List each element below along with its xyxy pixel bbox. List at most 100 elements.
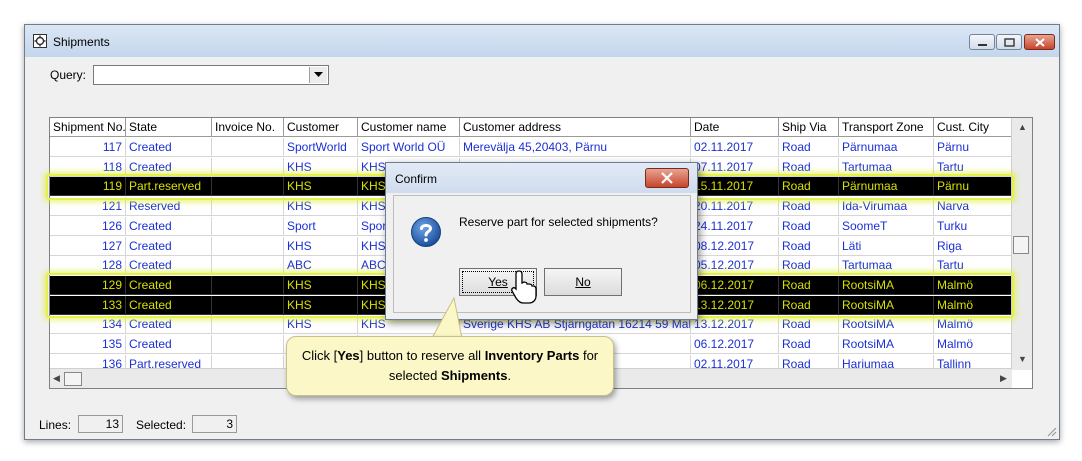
cell-invoice-no [212,138,284,157]
col-header-customer-address[interactable]: Customer address [460,118,691,137]
col-header-state[interactable]: State [126,118,212,137]
cell-date: 15.11.2017 [691,177,779,197]
col-header-cust-city[interactable]: Cust. City [934,118,1012,137]
col-header-customer[interactable]: Customer [284,118,358,137]
cell-state: Part.reserved [126,177,212,197]
cell-cust-city: Tartu [934,256,1012,276]
maximize-icon [1004,38,1015,47]
cell-shipment-no: 127 [50,236,126,256]
cell-invoice-no [212,315,284,335]
cell-ship-via: Road [779,315,839,335]
query-select[interactable] [93,65,329,85]
dialog-title-bar: Confirm [386,163,697,193]
minimize-icon [978,44,987,46]
resize-grip-icon[interactable] [1045,425,1057,437]
cell-customer-name: Sport World OÜ [358,138,460,157]
callout-text-4: . [507,368,512,383]
no-button-label: No [575,275,591,289]
callout-pointer [431,296,463,339]
scroll-right-icon[interactable]: ▶ [1000,373,1007,384]
maximize-button[interactable] [996,34,1022,50]
col-header-shipment-no[interactable]: Shipment No. [50,118,126,137]
cell-ship-via: Road [779,197,839,217]
cell-cust-city: Riga [934,236,1012,256]
cell-shipment-no: 133 [50,295,126,315]
title-bar: Shipments [25,25,1059,57]
selected-count: 3 [192,415,237,433]
cell-state: Reserved [126,197,212,217]
cell-invoice-no [212,216,284,236]
cell-customer: KHS [284,236,358,256]
col-header-transport-zone[interactable]: Transport Zone [839,118,934,137]
cell-ship-via: Road [779,177,839,197]
cell-invoice-no [212,197,284,217]
table-header: Shipment No. State Invoice No. Customer Cust… [50,118,1012,137]
vertical-scroll-thumb[interactable] [1013,236,1029,254]
cell-invoice-no [212,275,284,295]
cell-state: Created [126,335,212,354]
cell-cust-city: Pärnu [934,177,1012,197]
col-header-date[interactable]: Date [691,118,779,137]
cell-transport-zone: Pärnumaa [839,138,934,157]
cell-transport-zone: SoomeT [839,216,934,236]
cell-date: 08.12.2017 [691,236,779,256]
callout-bold-yes: Yes [337,348,360,363]
cell-cust-city: Malmö [934,335,1012,354]
cell-shipment-no: 118 [50,157,126,177]
vertical-scrollbar[interactable]: ▲ ▼ [1011,118,1032,370]
cell-shipment-no: 135 [50,335,126,354]
cell-cust-city: Turku [934,216,1012,236]
cell-transport-zone: RootsiMA [839,295,934,315]
cell-shipment-no: 128 [50,256,126,276]
cell-ship-via: Road [779,335,839,354]
query-dropdown-button[interactable] [309,67,327,83]
cell-customer: KHS [284,295,358,315]
scroll-left-icon[interactable]: ◀ [53,373,60,384]
col-header-customer-name[interactable]: Customer name [358,118,460,137]
hand-cursor-icon [511,270,537,304]
dialog-title: Confirm [395,172,438,186]
cell-cust-city: Malmö [934,295,1012,315]
cell-customer: ABC [284,256,358,276]
cell-transport-zone: RootsiMA [839,275,934,295]
cell-invoice-no [212,157,284,177]
cell-shipment-no: 117 [50,138,126,157]
cell-shipment-no: 126 [50,216,126,236]
close-button[interactable] [1024,34,1055,50]
cell-date: 06.12.2017 [691,335,779,354]
cell-customer-address: Merevälja 45,20403, Pärnu [460,138,691,157]
cell-date: 02.11.2017 [691,138,779,157]
status-bar: Lines: 13 Selected: 3 [25,409,1059,439]
close-icon [1035,38,1045,47]
minimize-button[interactable] [969,34,995,50]
cell-state: Created [126,216,212,236]
col-header-ship-via[interactable]: Ship Via [779,118,839,137]
cell-invoice-no [212,236,284,256]
cell-state: Created [126,157,212,177]
horizontal-scroll-thumb[interactable] [64,372,82,386]
selected-label: Selected: [136,418,187,432]
scroll-down-icon[interactable]: ▼ [1018,354,1027,364]
cell-transport-zone: Tartumaa [839,256,934,276]
cell-state: Created [126,138,212,157]
cell-state: Created [126,275,212,295]
cell-date: 07.11.2017 [691,157,779,177]
cell-invoice-no [212,256,284,276]
callout-bold-parts: Inventory Parts [484,348,580,363]
no-button[interactable]: No [544,268,622,296]
close-icon [661,172,673,184]
cell-customer: Sport [284,216,358,236]
yes-button-label: Yes [488,275,508,289]
col-header-invoice-no[interactable]: Invoice No. [212,118,284,137]
question-icon [411,217,441,247]
cell-shipment-no: 134 [50,315,126,335]
dialog-close-button[interactable] [645,168,689,188]
window-title: Shipments [53,35,110,49]
scroll-up-icon[interactable]: ▲ [1018,122,1027,132]
query-label: Query: [50,68,87,82]
cell-transport-zone: RootsiMA [839,315,934,335]
chevron-down-icon [314,72,323,77]
table-row[interactable]: 117 Created SportWorld Sport World OÜ Merevä… [50,138,1012,157]
dialog-message: Reserve part for selected shipments? [459,215,658,229]
callout-text-2: ] button to reserve all [359,348,485,363]
